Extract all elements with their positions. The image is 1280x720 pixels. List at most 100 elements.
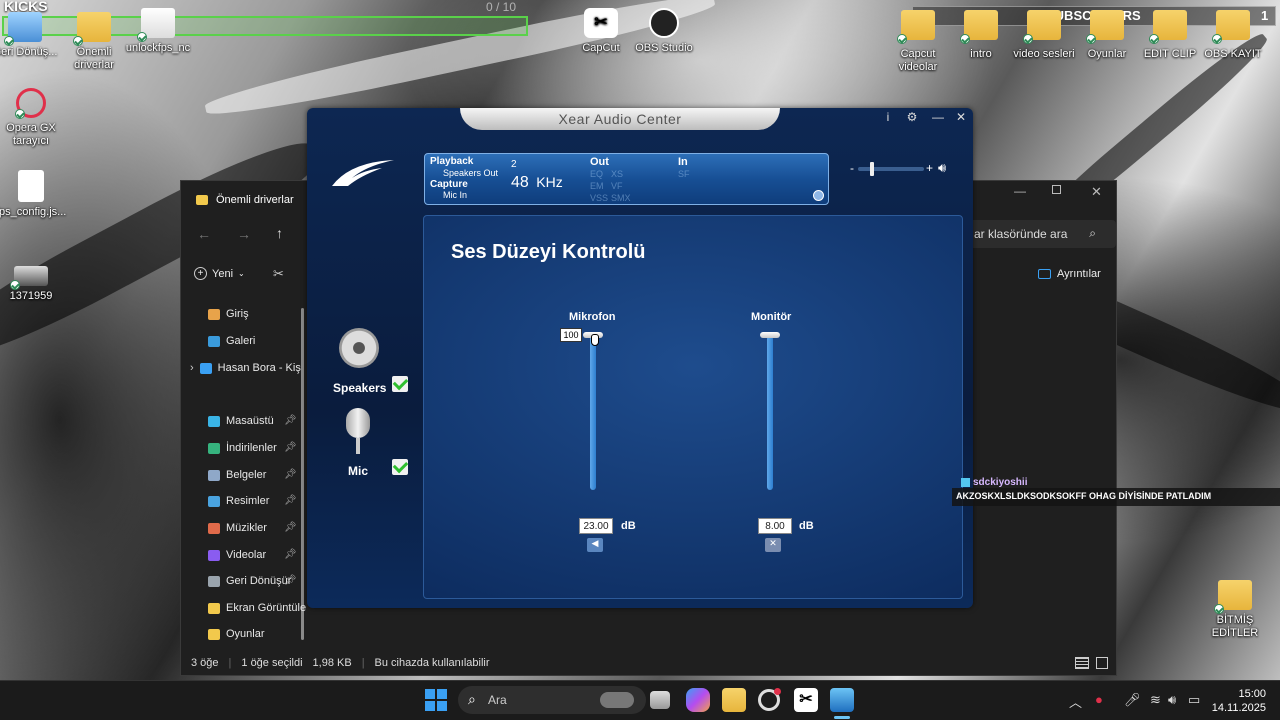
chevron-up-icon[interactable]: ︿ xyxy=(1069,692,1082,711)
capcut-taskbar-icon[interactable]: ✂ xyxy=(794,688,818,712)
mic-head-icon xyxy=(346,408,370,438)
desktop-icon-intro[interactable]: intro xyxy=(946,10,1016,61)
effect-sf: SF xyxy=(678,169,690,179)
info-button[interactable]: i xyxy=(878,110,898,126)
desktop-icon-oyunlar[interactable]: Oyunlar xyxy=(1072,10,1142,61)
xear-taskbar-icon[interactable] xyxy=(830,688,854,712)
sidebar-item[interactable]: Resimler xyxy=(208,491,269,511)
monitor-muted-speaker-icon[interactable]: ✕ xyxy=(765,538,781,552)
pin-icon: 📌︎ xyxy=(284,442,297,453)
mikrofon-mute-speaker-icon[interactable]: ◀ xyxy=(587,538,603,552)
tile-view-icon[interactable] xyxy=(1096,657,1108,669)
desktop-icon-onemli-driverlar[interactable]: Önemli driverlar xyxy=(59,12,129,72)
sidebar-item[interactable]: › Hasan Bora - Kiş xyxy=(190,358,301,378)
list-view-icon[interactable] xyxy=(1075,657,1089,669)
wifi-icon[interactable]: ≋ xyxy=(1150,692,1161,708)
sidebar-item[interactable]: Geri Dönüşür xyxy=(208,571,291,591)
taskbar-search-box[interactable]: ⌕ Ara xyxy=(458,686,646,714)
status-size: 1,98 KB xyxy=(312,657,352,669)
window-close-button[interactable]: ✕ xyxy=(1091,184,1102,200)
speakers-label[interactable]: Speakers xyxy=(333,381,386,395)
speaker-volume-icon[interactable]: 🔊︎ xyxy=(938,160,946,176)
master-volume-minus[interactable]: - xyxy=(850,161,854,175)
battery-icon[interactable]: ▭ xyxy=(1188,692,1200,708)
microphone-tray-icon[interactable]: 🎤︎ xyxy=(1124,692,1141,708)
file-explorer-taskbar-icon[interactable] xyxy=(722,688,746,712)
sidebar-item[interactable]: Ekran Görüntüle xyxy=(208,598,306,618)
folder-icon xyxy=(73,12,111,46)
details-button[interactable]: Ayrıntılar xyxy=(1038,268,1101,280)
mikrofon-slider-track[interactable] xyxy=(590,336,596,490)
desktop-icon-obs-kayit[interactable]: OBS KAYIT xyxy=(1198,10,1268,61)
new-button[interactable]: + Yeni ⌄ xyxy=(194,267,245,280)
up-arrow-icon[interactable]: ↑ xyxy=(276,225,283,241)
pin-icon: 📌︎ xyxy=(284,549,297,560)
window-minimize-button[interactable]: — xyxy=(1014,184,1026,198)
chat-message: AKZOSKXLSLDKSODKSOKFF OHAG DİYİSİNDE PAT… xyxy=(952,488,1280,506)
mic-stand-icon xyxy=(356,438,360,454)
sidebar-item[interactable]: Müzikler xyxy=(208,518,267,538)
desktop-icon-capcut[interactable]: ✂ CapCut xyxy=(566,8,636,55)
monitor-slider-thumb[interactable] xyxy=(760,332,780,338)
sidebar-item[interactable]: Giriş xyxy=(208,304,249,324)
window-maximize-button[interactable] xyxy=(1052,185,1061,194)
opera-tray-icon[interactable]: ● xyxy=(1095,692,1103,707)
mic-label[interactable]: Mic xyxy=(348,464,368,478)
sidebar-item[interactable]: İndirilenler xyxy=(208,438,277,458)
back-arrow-icon[interactable]: ← xyxy=(197,226,211,242)
mic-enabled-checkbox[interactable] xyxy=(392,459,408,475)
mikrofon-db-input[interactable]: 23.00 xyxy=(579,518,613,534)
minimize-button[interactable]: — xyxy=(928,110,948,126)
explorer-search-input[interactable]: ar klasöründe ara ⌕ xyxy=(968,220,1116,248)
sidebar-item[interactable]: Oyunlar xyxy=(208,624,265,644)
info-channels: 2 xyxy=(511,159,517,170)
monitor-db-unit: dB xyxy=(799,520,814,532)
taskbar-clock[interactable]: 15:00 14.11.2025 xyxy=(1210,687,1266,715)
desktop-icon-fps-config[interactable]: fps_config.js... xyxy=(0,170,66,219)
cut-icon[interactable]: ✂ xyxy=(273,266,284,282)
settings-gear-icon[interactable]: ⚙ xyxy=(902,110,922,126)
copilot-icon[interactable] xyxy=(686,688,710,712)
desktop-icon-opera[interactable]: Opera GX tarayıcı xyxy=(0,88,66,148)
capcut-icon: ✂ xyxy=(584,8,618,38)
master-volume-thumb[interactable] xyxy=(870,162,874,176)
folder-icon xyxy=(897,10,935,44)
desktop-icon-edit-clip[interactable]: EDIT CLIP xyxy=(1135,10,1205,61)
monitor-slider-track[interactable] xyxy=(767,336,773,490)
speakers-enabled-checkbox[interactable] xyxy=(392,376,408,392)
desktop-icon-unlockfps[interactable]: unlockfps_nc xyxy=(123,8,193,55)
monitor-db-input[interactable]: 8.00 xyxy=(758,518,792,534)
desktop-icon-bitmis-editler[interactable]: BİTMİŞ EDİTLER xyxy=(1200,580,1270,640)
desktop-icon-obs[interactable]: OBS Studio xyxy=(629,8,699,55)
desktop-icon-1371959[interactable]: 1371959 xyxy=(0,266,66,303)
master-volume-plus[interactable]: + xyxy=(926,161,933,175)
task-view-icon[interactable] xyxy=(650,691,670,709)
forward-arrow-icon[interactable]: → xyxy=(237,226,251,242)
desktop-icon-label: Oyunlar xyxy=(1087,48,1127,60)
desktop-icon-video-sesleri[interactable]: video sesleri xyxy=(1009,10,1079,61)
sidebar-item-icon xyxy=(208,442,220,454)
sample-rate-unit: KHz xyxy=(536,174,563,190)
desktop-icon-capcut-videolar[interactable]: Capcut videolar xyxy=(883,10,953,74)
sidebar-item[interactable]: Videolar xyxy=(208,545,266,565)
speakers-device-icon[interactable] xyxy=(339,328,379,368)
folder-icon xyxy=(1086,10,1124,44)
sidebar-item[interactable]: Galeri xyxy=(208,331,255,351)
windows-start-button[interactable] xyxy=(425,689,447,711)
pin-icon: 📌︎ xyxy=(284,575,297,586)
sidebar-item[interactable]: Masaüstü xyxy=(208,411,274,431)
folder-icon xyxy=(196,195,208,205)
close-button[interactable]: ✕ xyxy=(951,110,971,126)
chevron-right-icon[interactable]: › xyxy=(190,362,194,374)
sidebar-item-icon xyxy=(208,549,220,561)
desktop-icon-label: Önemli driverlar xyxy=(74,46,114,71)
master-volume-slider[interactable] xyxy=(858,162,924,176)
sidebar-item-icon xyxy=(208,575,220,587)
refresh-icon[interactable] xyxy=(813,190,824,201)
volume-tray-icon[interactable]: 🔊︎ xyxy=(1168,692,1176,708)
sidebar-item[interactable]: Belgeler xyxy=(208,465,266,485)
desktop-icon-recycle-bin[interactable]: Geri Dönüş... xyxy=(0,12,60,59)
sample-rate-value: 48 xyxy=(511,174,529,191)
sidebar-scrollbar[interactable] xyxy=(301,308,304,640)
microphone-device-icon[interactable] xyxy=(346,408,370,458)
